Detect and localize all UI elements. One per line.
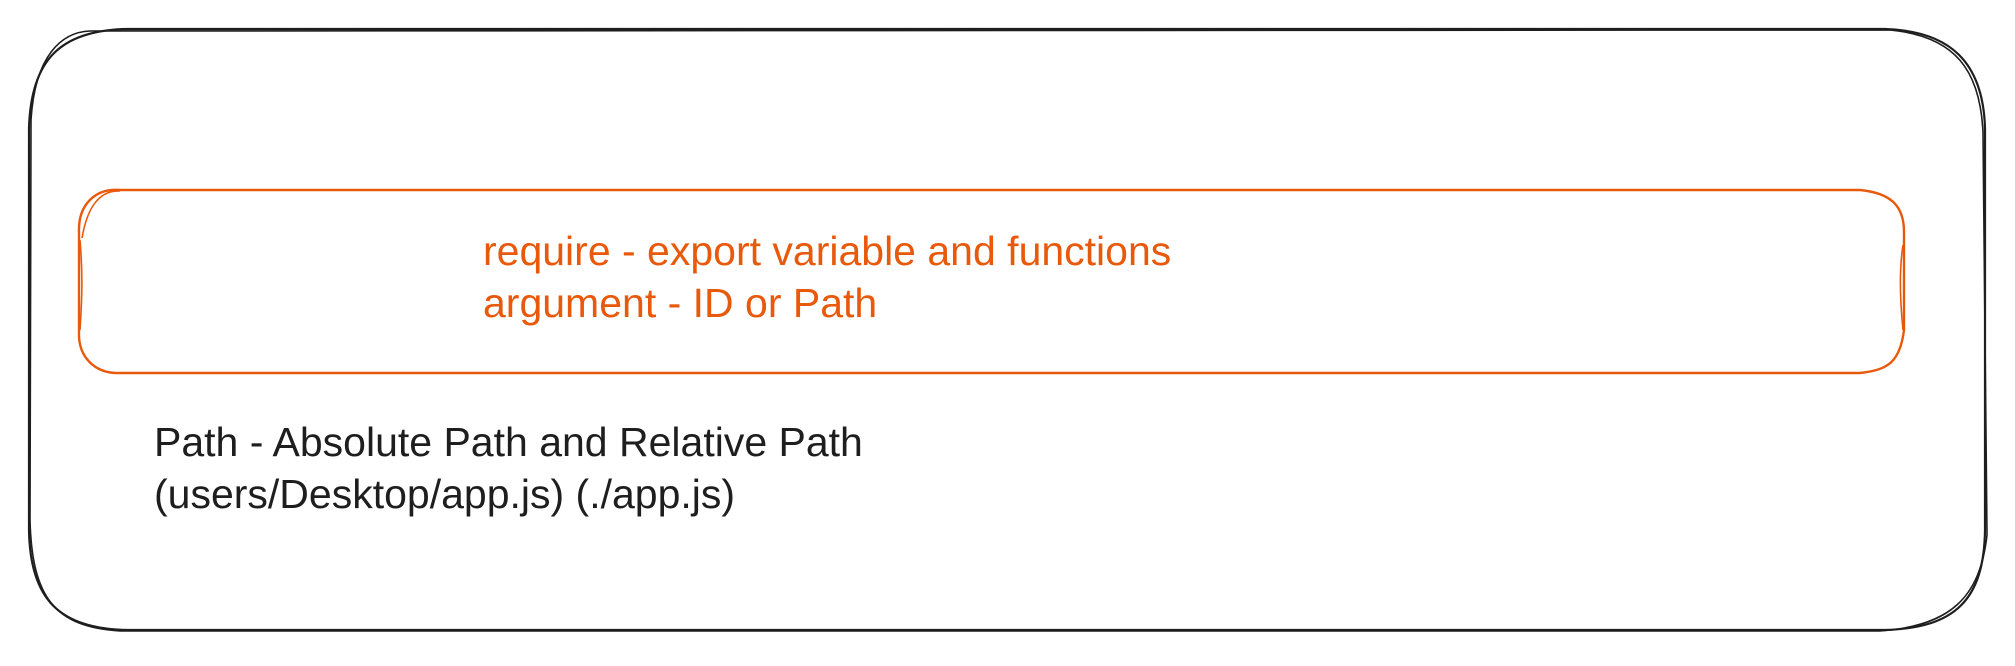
outer-container-box bbox=[27, 27, 1988, 632]
inner-box-text: require - export variable and functions … bbox=[483, 225, 1171, 329]
outer-box-text: Path - Absolute Path and Relative Path (… bbox=[154, 416, 863, 520]
argument-description: argument - ID or Path bbox=[483, 280, 878, 326]
path-examples: (users/Desktop/app.js) (./app.js) bbox=[154, 471, 736, 517]
require-description: require - export variable and functions bbox=[483, 228, 1172, 274]
diagram-canvas bbox=[27, 27, 1988, 632]
path-description: Path - Absolute Path and Relative Path bbox=[154, 419, 863, 465]
